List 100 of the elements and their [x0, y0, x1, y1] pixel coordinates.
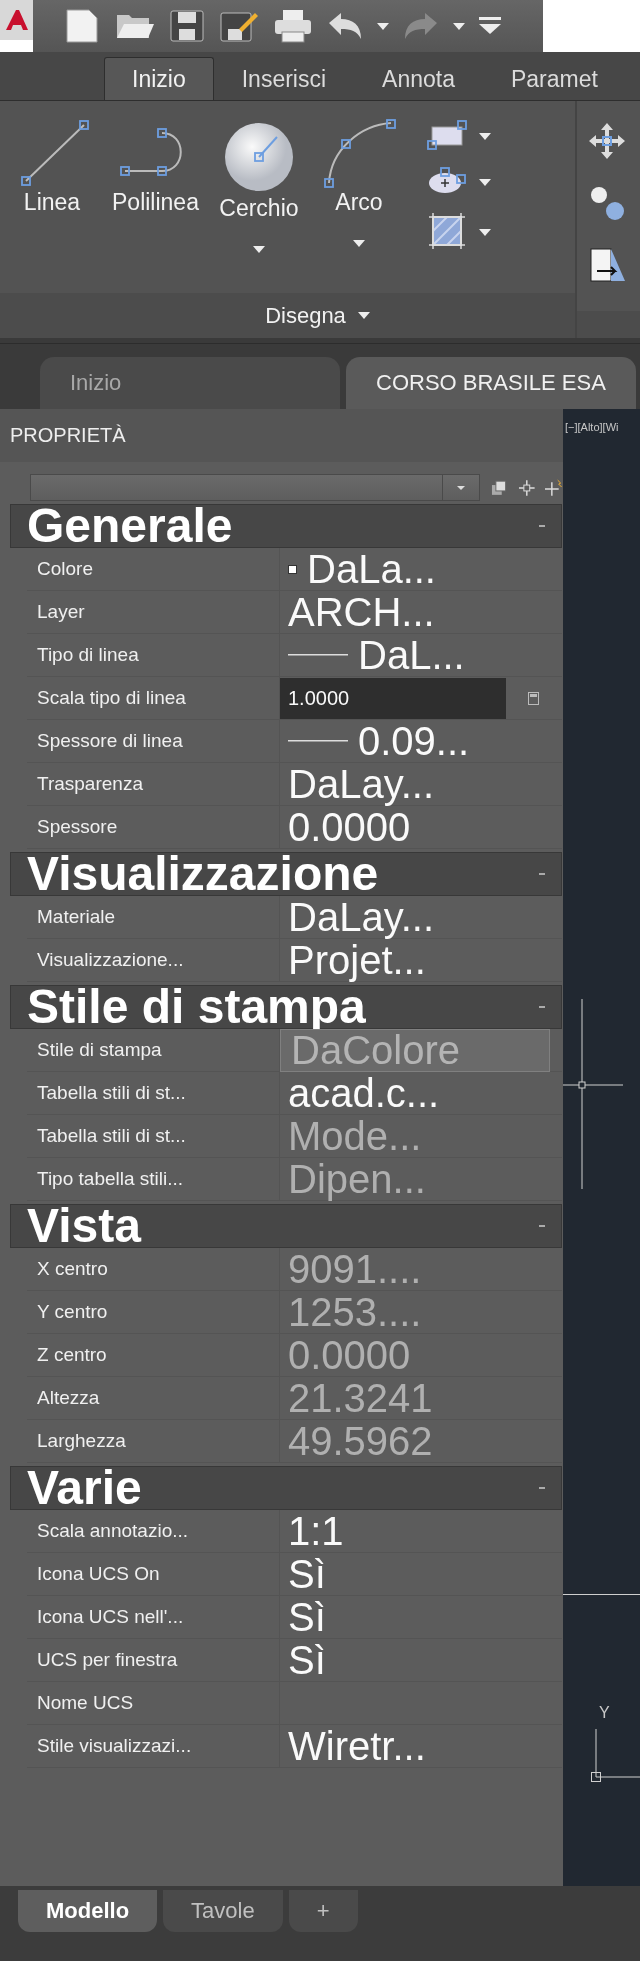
rectangle-icon — [426, 119, 467, 151]
panel-title: PROPRIETÀ — [0, 409, 563, 462]
property-label: Tipo tabella stili... — [27, 1158, 280, 1200]
property-value: Wiretr... — [288, 1725, 426, 1767]
caret-icon — [457, 485, 466, 490]
property-label: Icona UCS nell'... — [27, 1596, 280, 1638]
app-menu-button[interactable] — [0, 0, 33, 40]
save-as-button[interactable] — [219, 9, 259, 43]
property-value: acad.c... — [288, 1072, 440, 1114]
property-label: UCS per finestra — [27, 1639, 280, 1681]
ribbon-tab[interactable]: Annota — [354, 57, 483, 100]
property-value: DaLay... — [288, 763, 434, 805]
pickadd-icon[interactable] — [545, 478, 563, 497]
section-header[interactable]: Vista — [10, 1204, 562, 1248]
property-value: ARCH... — [288, 591, 435, 633]
ribbon-tab[interactable]: Inserisci — [213, 57, 355, 100]
section-title: Varie — [27, 1466, 142, 1510]
new-file-button[interactable] — [63, 6, 101, 46]
property-label: Y centro — [27, 1291, 280, 1333]
ribbon-tool-button[interactable]: Linea — [6, 119, 98, 216]
caret-icon — [478, 229, 491, 236]
ribbon-tab[interactable]: Inizio — [104, 57, 214, 100]
select-objects-icon[interactable] — [517, 478, 536, 497]
ucs-icon — [590, 1729, 640, 1784]
property-label: Tabella stili di st... — [27, 1115, 280, 1157]
layout-tab[interactable]: + — [288, 1890, 358, 1932]
hatch-icon — [426, 211, 467, 251]
app-logo-icon — [3, 8, 30, 32]
drawing-canvas[interactable]: [−][Alto][Wi Y — [563, 409, 640, 1886]
caret-icon — [352, 240, 365, 247]
property-value: 9091.... — [288, 1248, 422, 1290]
ribbon-tool-button[interactable]: Arco — [312, 119, 405, 253]
property-label: Spessore — [27, 806, 280, 848]
property-label: Tabella stili di st... — [27, 1072, 280, 1114]
property-value: DaLa... — [307, 548, 436, 590]
panel-title-button[interactable]: Disegna — [265, 302, 370, 329]
property-label: Colore — [27, 548, 280, 590]
layout-tab[interactable]: Modello — [18, 1890, 158, 1932]
property-value: DaL... — [358, 634, 465, 676]
section-header[interactable]: Stile di stampa — [10, 985, 562, 1029]
property-value: 0.0000 — [288, 806, 411, 848]
caret-icon — [478, 133, 491, 140]
line-sample-icon — [288, 654, 348, 656]
move-icon[interactable] — [587, 121, 627, 161]
section-header[interactable]: Varie — [10, 1466, 562, 1510]
caret-icon — [357, 312, 370, 319]
section-title: Generale — [27, 504, 233, 548]
property-value: 49.5962 — [288, 1420, 433, 1462]
property-value: 0.09... — [358, 720, 470, 762]
property-label: Z centro — [27, 1334, 280, 1376]
property-label: Stile visualizzazi... — [27, 1725, 280, 1767]
ribbon-tool-button[interactable]: Polilinea — [106, 119, 205, 216]
save-button[interactable] — [169, 9, 205, 43]
caret-icon — [478, 179, 491, 186]
ribbon-tab[interactable]: Paramet — [482, 57, 626, 100]
section-header[interactable]: Generale — [10, 504, 562, 548]
property-label: Trasparenza — [27, 763, 280, 805]
value-input-field[interactable]: 1.0000 — [280, 677, 506, 719]
undo-button[interactable] — [327, 11, 363, 41]
property-value: 1:1 — [288, 1510, 344, 1552]
small-tool-button[interactable] — [426, 119, 491, 151]
property-value: 0.0000 — [288, 1334, 411, 1376]
property-label: Layer — [27, 591, 280, 633]
property-label: Materiale — [27, 896, 280, 938]
property-label: Larghezza — [27, 1420, 280, 1462]
stretch-icon[interactable] — [587, 245, 627, 285]
property-label: Icona UCS On — [27, 1553, 280, 1595]
property-value: Dipen... — [288, 1158, 426, 1200]
ribbon-tool-button[interactable]: Cerchio — [212, 119, 305, 259]
axis-label: Y — [599, 1704, 610, 1722]
property-value: Mode... — [288, 1115, 422, 1157]
property-value: Projet... — [288, 939, 426, 981]
file-tab[interactable]: Inizio — [40, 357, 340, 409]
property-label: Tipo di linea — [27, 634, 280, 676]
property-value: DaLay... — [288, 896, 434, 938]
section-title: Visualizzazione — [27, 852, 379, 896]
section-header[interactable]: Visualizzazione — [10, 852, 562, 896]
redo-caret-icon — [453, 22, 465, 30]
caret-icon — [252, 246, 265, 253]
calculator-icon[interactable] — [528, 691, 539, 705]
layout-tab[interactable]: Tavole — [163, 1890, 283, 1932]
property-value: 1253.... — [288, 1291, 422, 1333]
property-label: Spessore di linea — [27, 720, 280, 762]
property-value: 21.3241 — [288, 1377, 433, 1419]
quick-select-icon[interactable] — [490, 478, 508, 497]
line-sample-icon — [288, 740, 348, 742]
property-label: Altezza — [27, 1377, 280, 1419]
customize-toolbar-button[interactable] — [479, 17, 501, 35]
section-title: Stile di stampa — [27, 985, 366, 1029]
property-label: Scala annotazio... — [27, 1510, 280, 1552]
file-tab[interactable]: CORSO BRASILE ESA — [346, 357, 636, 409]
property-label: X centro — [27, 1248, 280, 1290]
property-value: Sì — [288, 1596, 326, 1638]
property-label: Visualizzazione... — [27, 939, 280, 981]
property-label: Nome UCS — [27, 1682, 280, 1724]
property-value: Sì — [288, 1553, 326, 1595]
small-tool-button[interactable] — [426, 211, 491, 251]
viewport-controls-label[interactable]: [−][Alto][Wi — [565, 421, 619, 433]
print-button[interactable] — [273, 8, 313, 44]
section-title: Vista — [27, 1204, 141, 1248]
